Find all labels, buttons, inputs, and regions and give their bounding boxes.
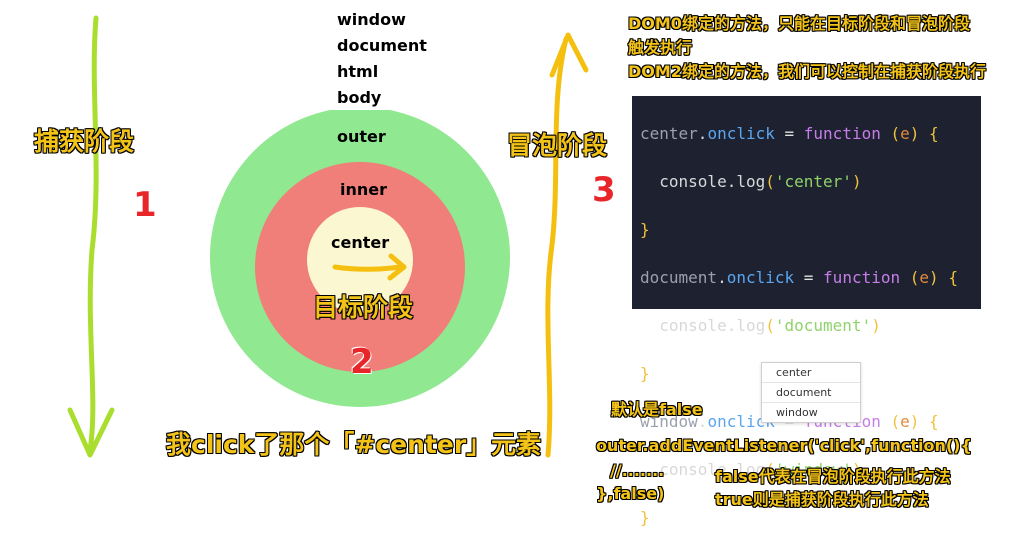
console-output: center document window <box>761 362 861 423</box>
add-listener-line2: //....... <box>610 461 665 480</box>
inner-label: inner <box>340 180 388 199</box>
outer-label: outer <box>337 127 386 146</box>
center-label: center <box>331 233 390 252</box>
note-dom0-cont: 触发执行 <box>628 38 693 57</box>
console-line: window <box>776 406 818 419</box>
capture-phase-label: 捕获阶段 <box>34 127 135 156</box>
capture-phase-number: 1 <box>133 185 157 225</box>
add-listener-line3: },false) <box>596 484 665 503</box>
dom-window: window <box>337 10 406 29</box>
code-line-5: console.log('document') <box>640 316 881 335</box>
target-phase-label: 目标阶段 <box>313 293 414 322</box>
target-arrow-icon <box>332 264 403 272</box>
add-listener-line1: outer.addEventListener('click',function(… <box>596 436 972 455</box>
dom-html: html <box>337 62 379 81</box>
click-caption: 我click了那个「#center」元素 <box>166 430 542 459</box>
bubble-arrow <box>545 32 589 458</box>
code-line-2: console.log('center') <box>640 172 862 191</box>
dom-body: body <box>337 88 382 107</box>
code-line-3: } <box>640 220 650 239</box>
code-block: center.onclick = function (e) { console.… <box>632 96 981 527</box>
bubble-phase-number: 3 <box>592 170 616 210</box>
default-note: 默认是false <box>611 400 703 419</box>
note-dom2: DOM2绑定的方法，我们可以控制在捕获阶段执行 <box>628 62 986 81</box>
note-dom0: DOM0绑定的方法，只能在目标阶段和冒泡阶段 <box>628 14 970 33</box>
target-phase-number: 2 <box>350 342 374 382</box>
console-line: center <box>762 363 860 383</box>
console-line: document <box>762 383 860 403</box>
bubble-phase-label: 冒泡阶段 <box>507 131 608 160</box>
false-desc: false代表在冒泡阶段执行此方法 <box>715 467 951 486</box>
code-line-1: center.onclick = function (e) { <box>640 124 939 143</box>
capture-arrow <box>67 15 115 458</box>
dom-document: document <box>337 36 427 55</box>
true-desc: true则是捕获阶段执行此方法 <box>715 490 929 509</box>
code-line-4: document.onclick = function (e) { <box>640 268 958 287</box>
